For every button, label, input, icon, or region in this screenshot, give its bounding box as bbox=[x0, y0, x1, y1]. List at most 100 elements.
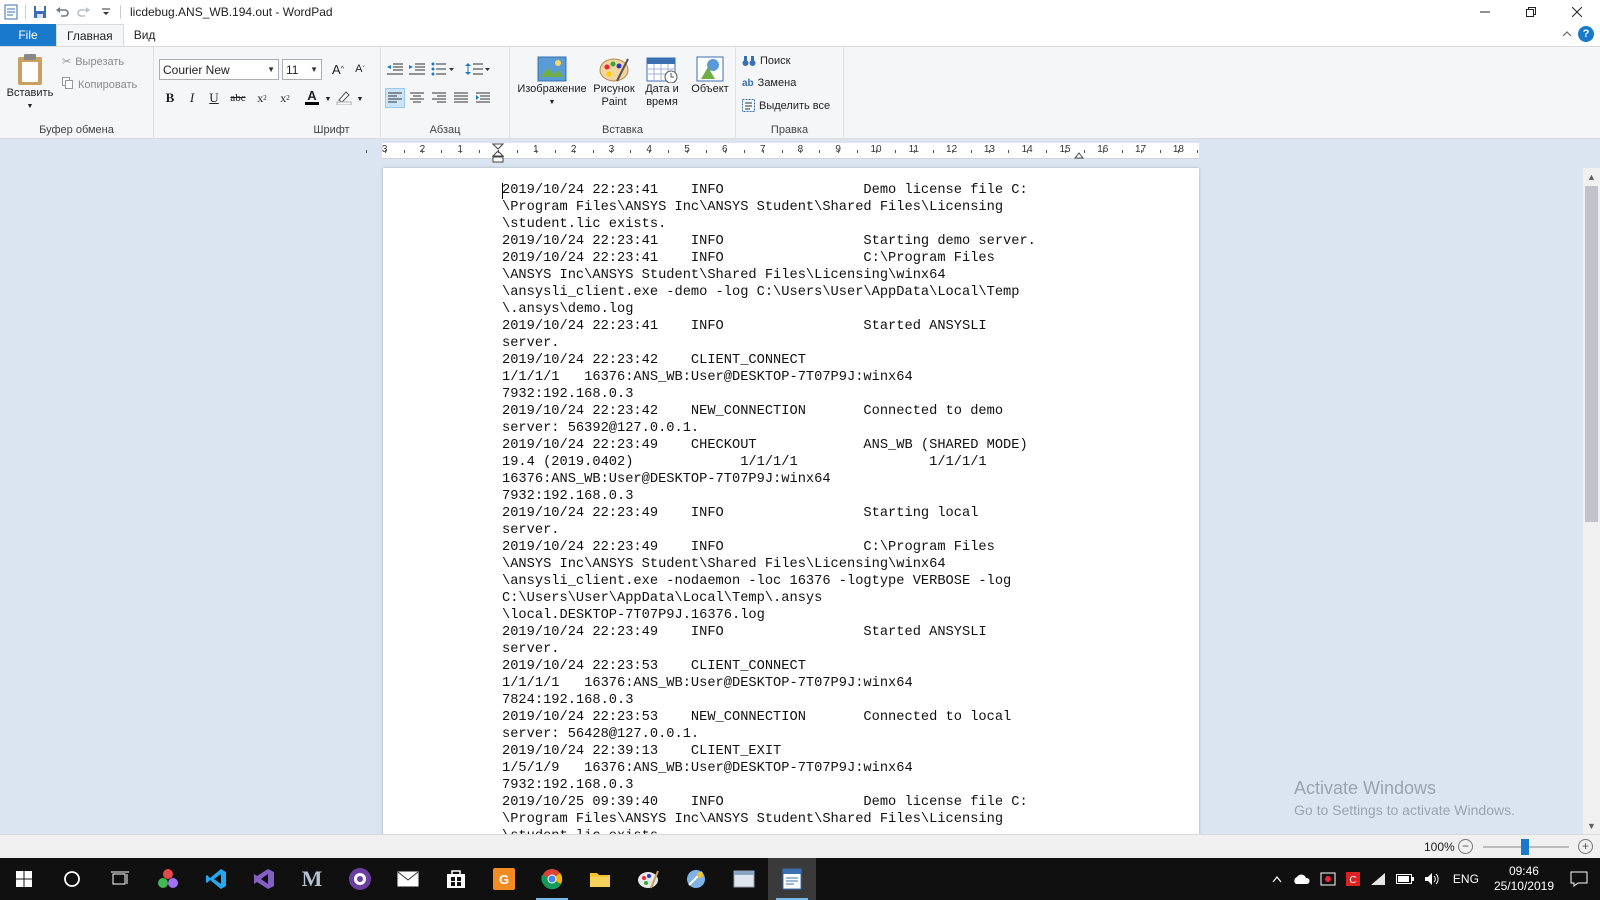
visual-studio-icon[interactable] bbox=[240, 858, 288, 900]
language-indicator[interactable]: ENG bbox=[1453, 872, 1479, 886]
mail-icon[interactable] bbox=[384, 858, 432, 900]
zoom-slider-thumb[interactable] bbox=[1521, 839, 1529, 855]
notification-icon[interactable] bbox=[1570, 871, 1588, 887]
undo-icon[interactable] bbox=[51, 2, 73, 22]
file-explorer-icon[interactable] bbox=[576, 858, 624, 900]
security-icon[interactable] bbox=[1320, 871, 1336, 887]
picture-dropdown-icon[interactable]: ▼ bbox=[549, 96, 556, 109]
subscript-icon[interactable]: x2 bbox=[252, 88, 272, 108]
italic-icon[interactable]: I bbox=[182, 88, 202, 108]
scroll-up-icon[interactable]: ▲ bbox=[1583, 168, 1600, 185]
tab-home[interactable]: Главная bbox=[56, 24, 124, 47]
grow-font-icon[interactable]: A ^ bbox=[328, 59, 348, 79]
bullets-icon[interactable] bbox=[429, 59, 457, 79]
tab-file[interactable]: File bbox=[0, 24, 56, 46]
paste-button[interactable]: Вставить ▼ bbox=[6, 53, 54, 113]
zoom-out-icon[interactable]: − bbox=[1458, 839, 1473, 854]
battery-icon[interactable] bbox=[1395, 874, 1414, 884]
status-bar: 100% − + bbox=[0, 834, 1600, 858]
cortana-icon[interactable] bbox=[48, 858, 96, 900]
start-icon[interactable] bbox=[0, 858, 48, 900]
document-page[interactable]: 2019/10/24 22:23:41 INFO Demo license fi… bbox=[383, 168, 1199, 840]
decrease-indent-icon[interactable] bbox=[385, 59, 405, 79]
m-app-icon[interactable]: M bbox=[288, 858, 336, 900]
store-icon[interactable] bbox=[432, 858, 480, 900]
collapse-ribbon-icon[interactable] bbox=[1562, 27, 1572, 41]
find-button[interactable]: Поиск bbox=[742, 55, 790, 67]
minimize-icon[interactable] bbox=[1462, 0, 1508, 24]
save-icon[interactable] bbox=[29, 2, 51, 22]
align-left-icon[interactable] bbox=[385, 88, 405, 108]
ruler-tick bbox=[913, 150, 915, 153]
copy-button[interactable]: Копировать bbox=[62, 77, 137, 92]
paint-drawing-button[interactable]: Рисунок Paint bbox=[592, 55, 636, 109]
paint-icon[interactable] bbox=[624, 858, 672, 900]
task-view-icon[interactable] bbox=[96, 858, 144, 900]
orange-app-icon[interactable]: G bbox=[480, 858, 528, 900]
insert-datetime-button[interactable]: Дата и время bbox=[640, 55, 684, 109]
replace-button[interactable]: ab Замена bbox=[742, 77, 796, 89]
tab-view[interactable]: Вид bbox=[124, 24, 166, 46]
font-size-select[interactable]: 11 ▼ bbox=[282, 59, 322, 80]
restore-icon[interactable] bbox=[1508, 0, 1554, 24]
right-indent-marker-icon[interactable] bbox=[1074, 150, 1084, 159]
datetime-label-1: Дата и bbox=[645, 83, 679, 95]
purple-app-icon[interactable] bbox=[336, 858, 384, 900]
ribbon: Вставить ▼ ✂ Вырезать Копировать Буфер о… bbox=[0, 46, 1600, 139]
strikethrough-icon[interactable]: abc bbox=[228, 88, 248, 108]
volume-icon[interactable] bbox=[1424, 872, 1440, 886]
underline-icon[interactable]: U bbox=[204, 88, 224, 108]
superscript-icon[interactable]: x2 bbox=[275, 88, 295, 108]
watermark-title: Activate Windows bbox=[1294, 778, 1437, 798]
close-icon[interactable] bbox=[1554, 0, 1600, 24]
font-family-select[interactable]: Courier New ▼ bbox=[159, 59, 279, 80]
cut-button[interactable]: ✂ Вырезать bbox=[62, 55, 124, 69]
redo-icon[interactable] bbox=[73, 2, 95, 22]
vscode-icon[interactable] bbox=[192, 858, 240, 900]
app-window-icon[interactable] bbox=[720, 858, 768, 900]
highlight-dropdown-icon[interactable]: ▼ bbox=[350, 89, 370, 109]
ruler-tick bbox=[705, 150, 707, 153]
ruler-tick bbox=[630, 150, 632, 153]
indent-marker-icon[interactable] bbox=[492, 143, 504, 163]
bold-icon[interactable]: B bbox=[160, 88, 180, 108]
ruler[interactable]: 321123456789101112131415161718 bbox=[365, 143, 1199, 163]
paragraph-settings-icon[interactable] bbox=[473, 88, 493, 108]
separator bbox=[25, 5, 26, 19]
shrink-font-icon[interactable]: Aˇ bbox=[350, 59, 370, 79]
select-all-button[interactable]: Выделить все bbox=[742, 99, 830, 112]
align-center-icon[interactable] bbox=[407, 88, 427, 108]
ruler-tick bbox=[498, 150, 499, 153]
app-colorful-icon[interactable] bbox=[144, 858, 192, 900]
scroll-thumb[interactable] bbox=[1585, 186, 1598, 522]
zoom-in-icon[interactable]: + bbox=[1578, 839, 1593, 854]
wifi-icon[interactable] bbox=[1370, 872, 1386, 886]
wordpad-app-icon[interactable] bbox=[0, 2, 22, 22]
app-tools-icon[interactable] bbox=[672, 858, 720, 900]
ruler-tick bbox=[422, 150, 424, 153]
clock[interactable]: 09:46 25/10/2019 bbox=[1494, 864, 1554, 894]
paste-dropdown-icon[interactable]: ▼ bbox=[27, 100, 34, 113]
ruler-tick bbox=[573, 150, 575, 153]
scroll-down-icon[interactable]: ▼ bbox=[1583, 817, 1600, 834]
increase-indent-icon[interactable] bbox=[407, 59, 427, 79]
red-app-icon[interactable]: C bbox=[1345, 872, 1360, 886]
ruler-tick bbox=[611, 150, 613, 153]
paragraph-group: Абзац bbox=[380, 47, 510, 139]
align-right-icon[interactable] bbox=[429, 88, 449, 108]
insert-picture-button[interactable]: Изображение ▼ bbox=[516, 55, 588, 109]
ribbon-tabs: File Главная Вид ? bbox=[0, 24, 1600, 47]
help-icon[interactable]: ? bbox=[1578, 26, 1594, 42]
vertical-scrollbar[interactable]: ▲ ▼ bbox=[1583, 168, 1600, 834]
ruler-tick bbox=[894, 150, 896, 153]
chrome-icon[interactable] bbox=[528, 858, 576, 900]
line-spacing-icon[interactable] bbox=[463, 59, 493, 79]
zoom-level: 100% bbox=[1424, 840, 1455, 854]
onedrive-icon[interactable] bbox=[1292, 874, 1310, 884]
insert-object-button[interactable]: Объект bbox=[688, 55, 732, 96]
justify-icon[interactable] bbox=[451, 88, 471, 108]
document-text[interactable]: 2019/10/24 22:23:41 INFO Demo license fi… bbox=[502, 182, 1102, 840]
show-hidden-icons-icon[interactable] bbox=[1272, 875, 1282, 883]
customize-dropdown-icon[interactable] bbox=[95, 2, 117, 22]
wordpad-icon[interactable] bbox=[768, 858, 816, 900]
